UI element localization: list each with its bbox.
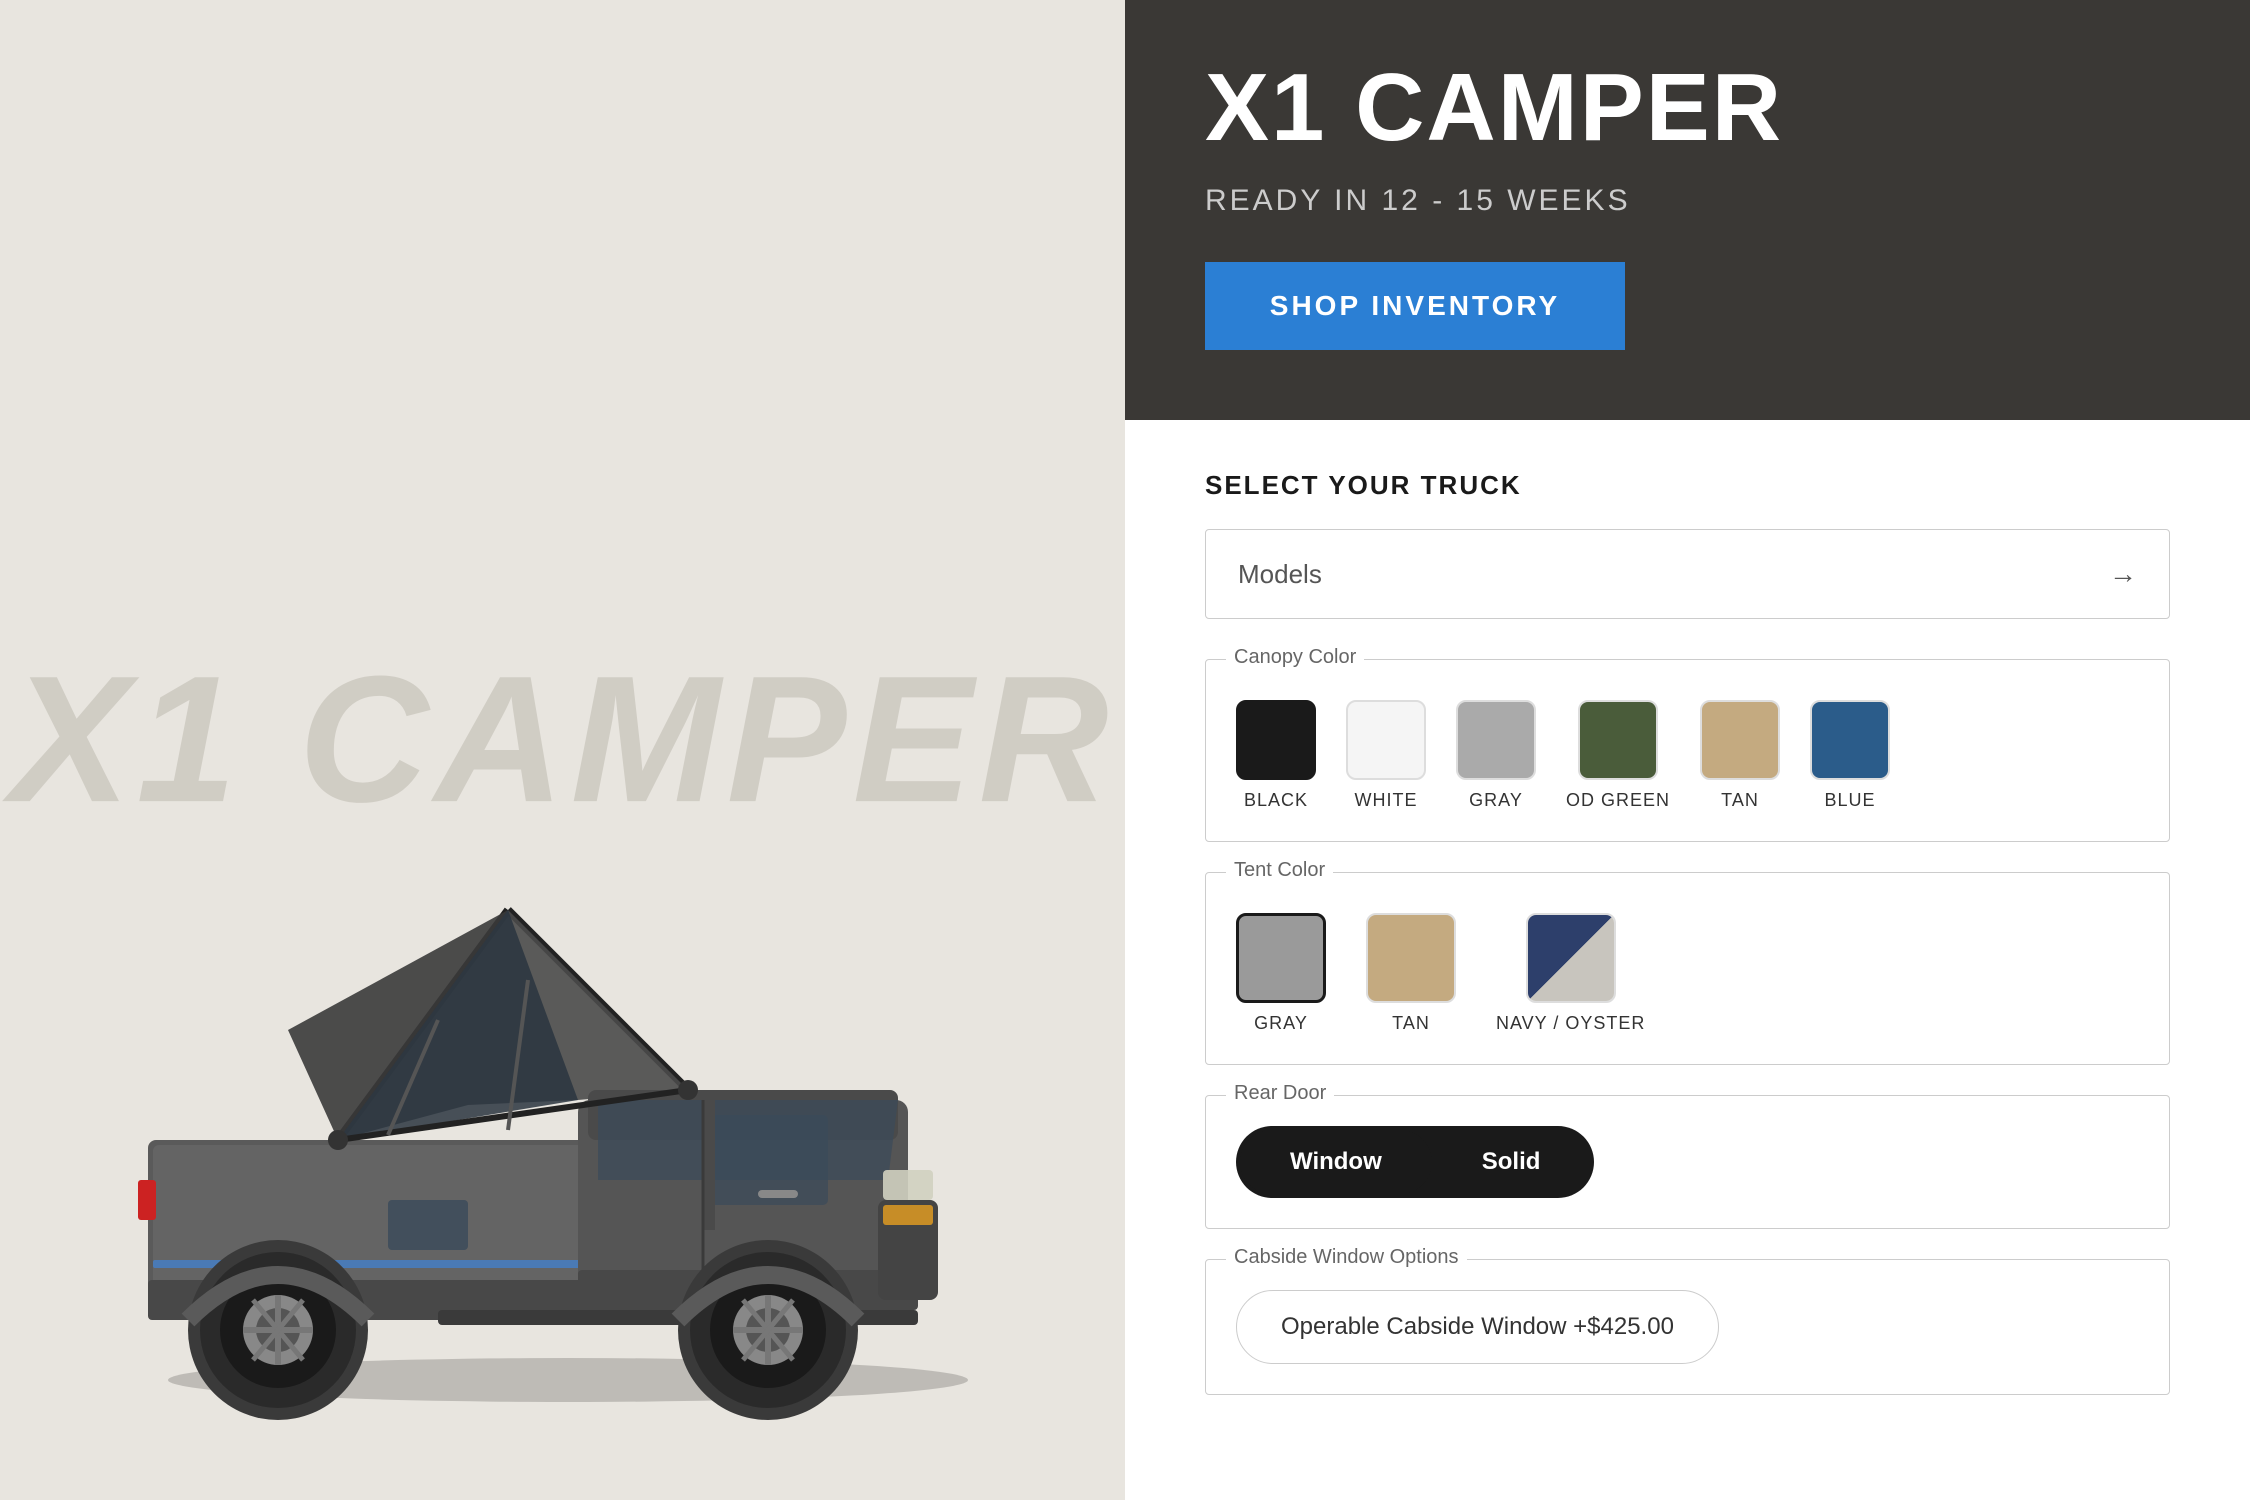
od-green-label: OD GREEN	[1566, 790, 1670, 811]
canopy-color-tan[interactable]: TAN	[1700, 700, 1780, 811]
blue-swatch	[1810, 700, 1890, 780]
left-panel: X1 CAMPER	[0, 0, 1125, 1500]
tent-color-group: Tent Color GRAY TAN NAVY / OYSTER	[1205, 872, 2170, 1065]
tent-color-gray[interactable]: GRAY	[1236, 913, 1326, 1034]
cabside-window-label: Cabside Window Options	[1226, 1246, 1467, 1269]
dropdown-arrow-icon: →	[2109, 558, 2137, 590]
tent-tan-label: TAN	[1392, 1013, 1430, 1034]
tent-gray-label: GRAY	[1254, 1013, 1308, 1034]
canopy-color-black[interactable]: BLACK	[1236, 700, 1316, 811]
cabside-window-group: Cabside Window Options Operable Cabside …	[1205, 1259, 2170, 1395]
canopy-color-group: Canopy Color BLACK WHITE GRAY OD GREEN	[1205, 659, 2170, 842]
rear-door-window-btn[interactable]: Window	[1240, 1130, 1432, 1194]
cabside-window-button[interactable]: Operable Cabside Window +$425.00	[1236, 1290, 1719, 1364]
product-title: X1 CAMPER	[1205, 60, 2170, 156]
models-dropdown[interactable]: Models →	[1205, 529, 2170, 619]
gray-swatch	[1456, 700, 1536, 780]
section-label: SELECT YOUR TRUCK	[1205, 470, 2170, 501]
config-panel: SELECT YOUR TRUCK Models → Canopy Color …	[1125, 420, 2250, 1500]
tan-label: TAN	[1721, 790, 1759, 811]
black-swatch	[1236, 700, 1316, 780]
tent-navy-oyster-swatch	[1526, 913, 1616, 1003]
canopy-color-swatches: BLACK WHITE GRAY OD GREEN TAN	[1236, 690, 2139, 811]
black-label: BLACK	[1244, 790, 1308, 811]
white-label: WHITE	[1355, 790, 1418, 811]
rear-door-toggle: Window Solid	[1236, 1126, 1594, 1198]
canopy-color-blue[interactable]: BLUE	[1810, 700, 1890, 811]
tent-gray-swatch	[1236, 913, 1326, 1003]
shop-inventory-button[interactable]: SHOP INVENTORY	[1205, 262, 1625, 350]
rear-door-solid-btn[interactable]: Solid	[1432, 1130, 1591, 1194]
od-green-swatch	[1578, 700, 1658, 780]
truck-image	[88, 820, 1038, 1420]
canopy-color-gray[interactable]: GRAY	[1456, 700, 1536, 811]
tent-navy-oyster-label: NAVY / OYSTER	[1496, 1013, 1645, 1034]
rear-door-label: Rear Door	[1226, 1082, 1334, 1105]
canopy-color-od-green[interactable]: OD GREEN	[1566, 700, 1670, 811]
tent-color-navy-oyster[interactable]: NAVY / OYSTER	[1496, 913, 1645, 1034]
models-label: Models	[1238, 559, 1322, 590]
rear-door-group: Rear Door Window Solid	[1205, 1095, 2170, 1229]
ready-text: READY IN 12 - 15 WEEKS	[1205, 184, 2170, 218]
white-swatch	[1346, 700, 1426, 780]
right-panel: X1 CAMPER READY IN 12 - 15 WEEKS SHOP IN…	[1125, 0, 2250, 1500]
tan-swatch	[1700, 700, 1780, 780]
tent-tan-swatch	[1366, 913, 1456, 1003]
header-section: X1 CAMPER READY IN 12 - 15 WEEKS SHOP IN…	[1125, 0, 2250, 420]
tent-color-tan[interactable]: TAN	[1366, 913, 1456, 1034]
canopy-color-white[interactable]: WHITE	[1346, 700, 1426, 811]
canopy-color-label: Canopy Color	[1226, 646, 1364, 669]
gray-label: GRAY	[1469, 790, 1523, 811]
blue-label: BLUE	[1825, 790, 1876, 811]
tent-color-label: Tent Color	[1226, 859, 1333, 882]
tent-color-swatches: GRAY TAN NAVY / OYSTER	[1236, 903, 2139, 1034]
background-title: X1 CAMPER	[10, 636, 1114, 843]
